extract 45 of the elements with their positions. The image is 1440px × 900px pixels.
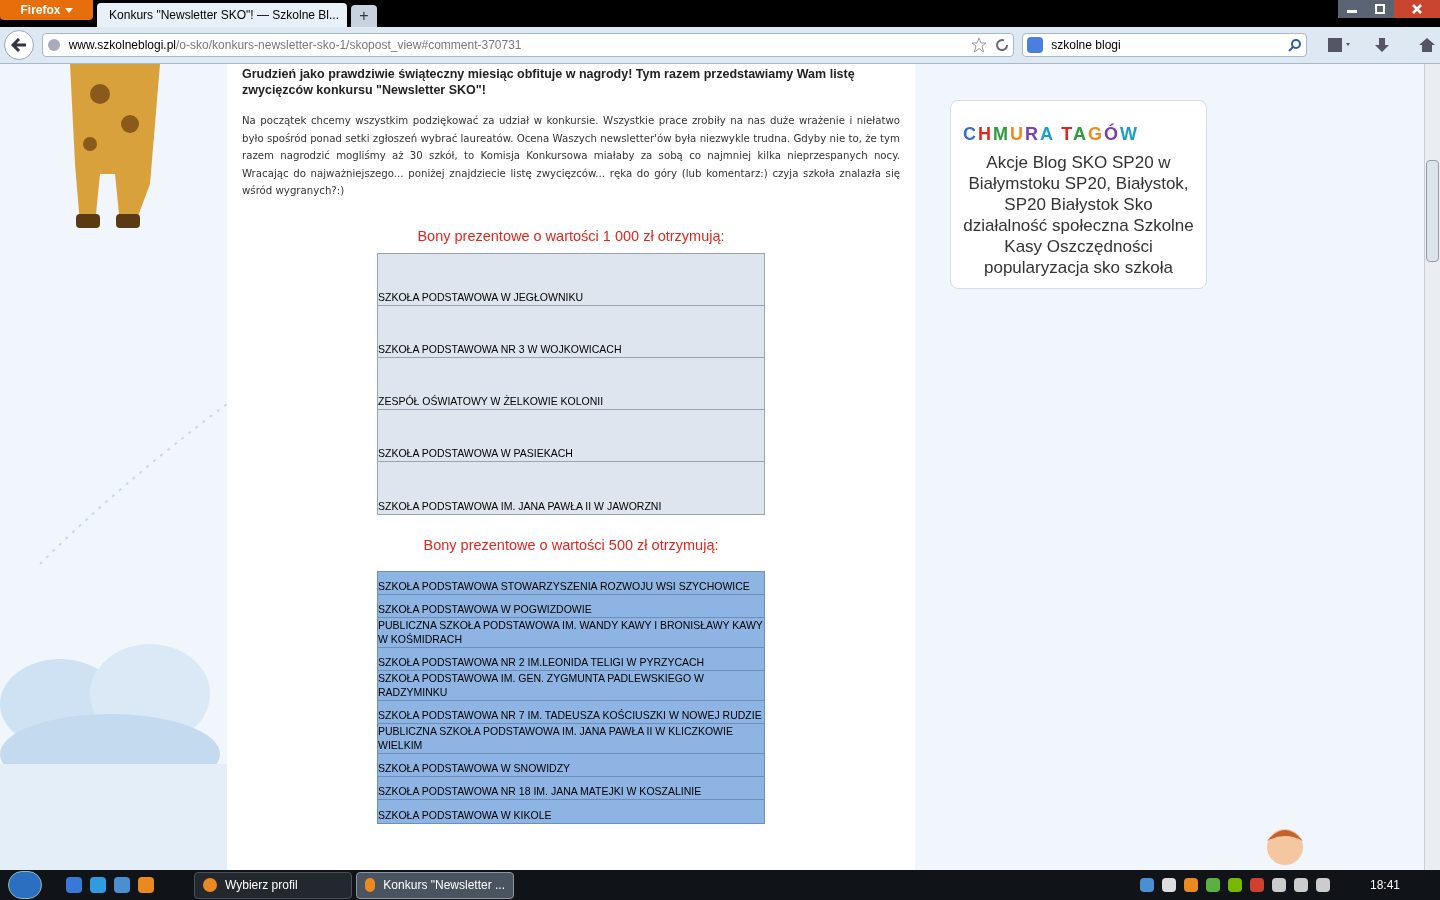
star-icon: [971, 37, 988, 53]
table-cell-text: SZKOŁA PODSTAWOWA W KIKOLE: [378, 808, 553, 823]
address-bar[interactable]: www.szkolneblogi.pl/o-sko/konkurs-newsletter-sko-1/skopost_view#comment-370731: [41, 33, 1015, 57]
start-button[interactable]: [8, 871, 42, 899]
table-cell: SZKOŁA PODSTAWOWA W JEGŁOWNIKU: [378, 254, 764, 307]
bookmarks-icon[interactable]: [1326, 37, 1351, 53]
maximize-icon: [1375, 4, 1385, 14]
prize-heading: Bony prezentowe o wartości 1 000 zł otrzymują:: [417, 226, 725, 246]
table-cell-text: SZKOŁA PODSTAWOWA IM. JANA PAWŁA II W JAWORZNI: [378, 499, 663, 515]
search-icon: [1287, 38, 1302, 52]
article-intro: Na początek chcemy wszystkim podziękować za udział w konkursie. Wszystkie prace zrobiły na nas duże wrażenie i niełatwo było spośród ponad setki zgłoszeń wybrać laureatów. Ocena Waszych newsletter'ów była niezwykle trudna. Gdyby nie to, że tym razem nagrodzić mogliśmy aż 30 szkół, to Komisja Konkursowa miałaby za sobą co najmniej kilka nieprzespanych nocy. Wracając do najważniejszego... poniżej znajdziecie listę zwycięzców... ręka do góry (lub komentarz:) czyja szkoła znalazła się wśród wygranych?:): [242, 114, 900, 198]
url-text: www.szkolneblogi.pl/o-sko/konkurs-newsletter-sko-1/skopost_view#comment-370731: [68, 37, 523, 54]
table-cell: SZKOŁA PODSTAWOWA NR 18 IM. JANA MATEJKI W KOSZALINIE: [378, 777, 764, 800]
article-lead: Grudzień jako prawdziwie świąteczny miesiąc obfituje w nagrody! Tym razem przedstawiamy Wam listę zwycięzców konkursu "Newsletter SKO"!: [242, 66, 856, 98]
search-field[interactable]: szkolne blogi: [1022, 33, 1307, 57]
scrollbar-thumb[interactable]: [1426, 160, 1439, 262]
close-button[interactable]: [1394, 0, 1440, 18]
download-icon[interactable]: [1374, 37, 1391, 53]
table-cell: SZKOŁA PODSTAWOWA NR 7 IM. TADEUSZA KOŚCIUSZKI W NOWEJ RUDZIE: [378, 701, 764, 724]
table-cell: SZKOŁA PODSTAWOWA STOWARZYSZENIA ROZWOJU WSI SZYCHOWICE: [378, 572, 764, 595]
new-tab-button[interactable]: +: [351, 5, 377, 27]
minimize-button[interactable]: [1338, 0, 1366, 18]
table-cell: PUBLICZNA SZKOŁA PODSTAWOWA IM. JANA PAWŁA II W KLICZKOWIE WIELKIM: [378, 724, 764, 754]
home-icon[interactable]: [1418, 37, 1436, 53]
table-cell: PUBLICZNA SZKOŁA PODSTAWOWA IM. WANDY KAWY I BRONISŁAWY KAWY W KOŚMIDRACH: [378, 618, 764, 648]
table-cell: SZKOŁA PODSTAWOWA W POGWIZDOWIE: [378, 595, 764, 618]
maximize-button[interactable]: [1366, 0, 1394, 18]
table-cell: SZKOŁA PODSTAWOWA W PASIEKACH: [378, 410, 764, 463]
reload-icon: [995, 38, 1010, 52]
back-arrow-icon: [10, 38, 27, 52]
back-button[interactable]: [4, 30, 34, 60]
tag-cloud-title: CHMURA TAGÓW: [963, 122, 1141, 146]
taskbar-button[interactable]: Konkurs "Newsletter ...: [356, 871, 514, 899]
close-icon: [1412, 4, 1422, 14]
taskbar-button[interactable]: Wybierz profil: [194, 871, 352, 899]
table-cell: SZKOŁA PODSTAWOWA NR 2 IM.LEONIDA TELIGI W PYRZYCACH: [378, 648, 764, 671]
table-cell: ZESPÓŁ OŚWIATOWY W ŻELKOWIE KOLONII: [378, 358, 764, 411]
caret-icon: [64, 7, 73, 13]
clock: 18:41: [1369, 877, 1400, 894]
table-cell: SZKOŁA PODSTAWOWA W SNOWIDZY: [378, 754, 764, 777]
tag-cloud-tags[interactable]: Akcje Blog SKO SP20 w Białymstoku SP20, Białystok, SP20 Białystok Sko działalność społeczna Szkolne Kasy Oszczędności popularyzacja sko szkoła: [963, 152, 1194, 278]
prize-heading: Bony prezentowe o wartości 500 zł otrzymują:: [423, 536, 719, 556]
table-cell: SZKOŁA PODSTAWOWA IM. GEN. ZYGMUNTA PADLEWSKIEGO W RADZYMINKU: [378, 671, 764, 701]
browser-tab[interactable]: Konkurs "Newsletter SKO"! — Szkolne Bl...: [97, 3, 347, 27]
table-cell: SZKOŁA PODSTAWOWA NR 3 W WOJKOWICACH: [378, 306, 764, 359]
